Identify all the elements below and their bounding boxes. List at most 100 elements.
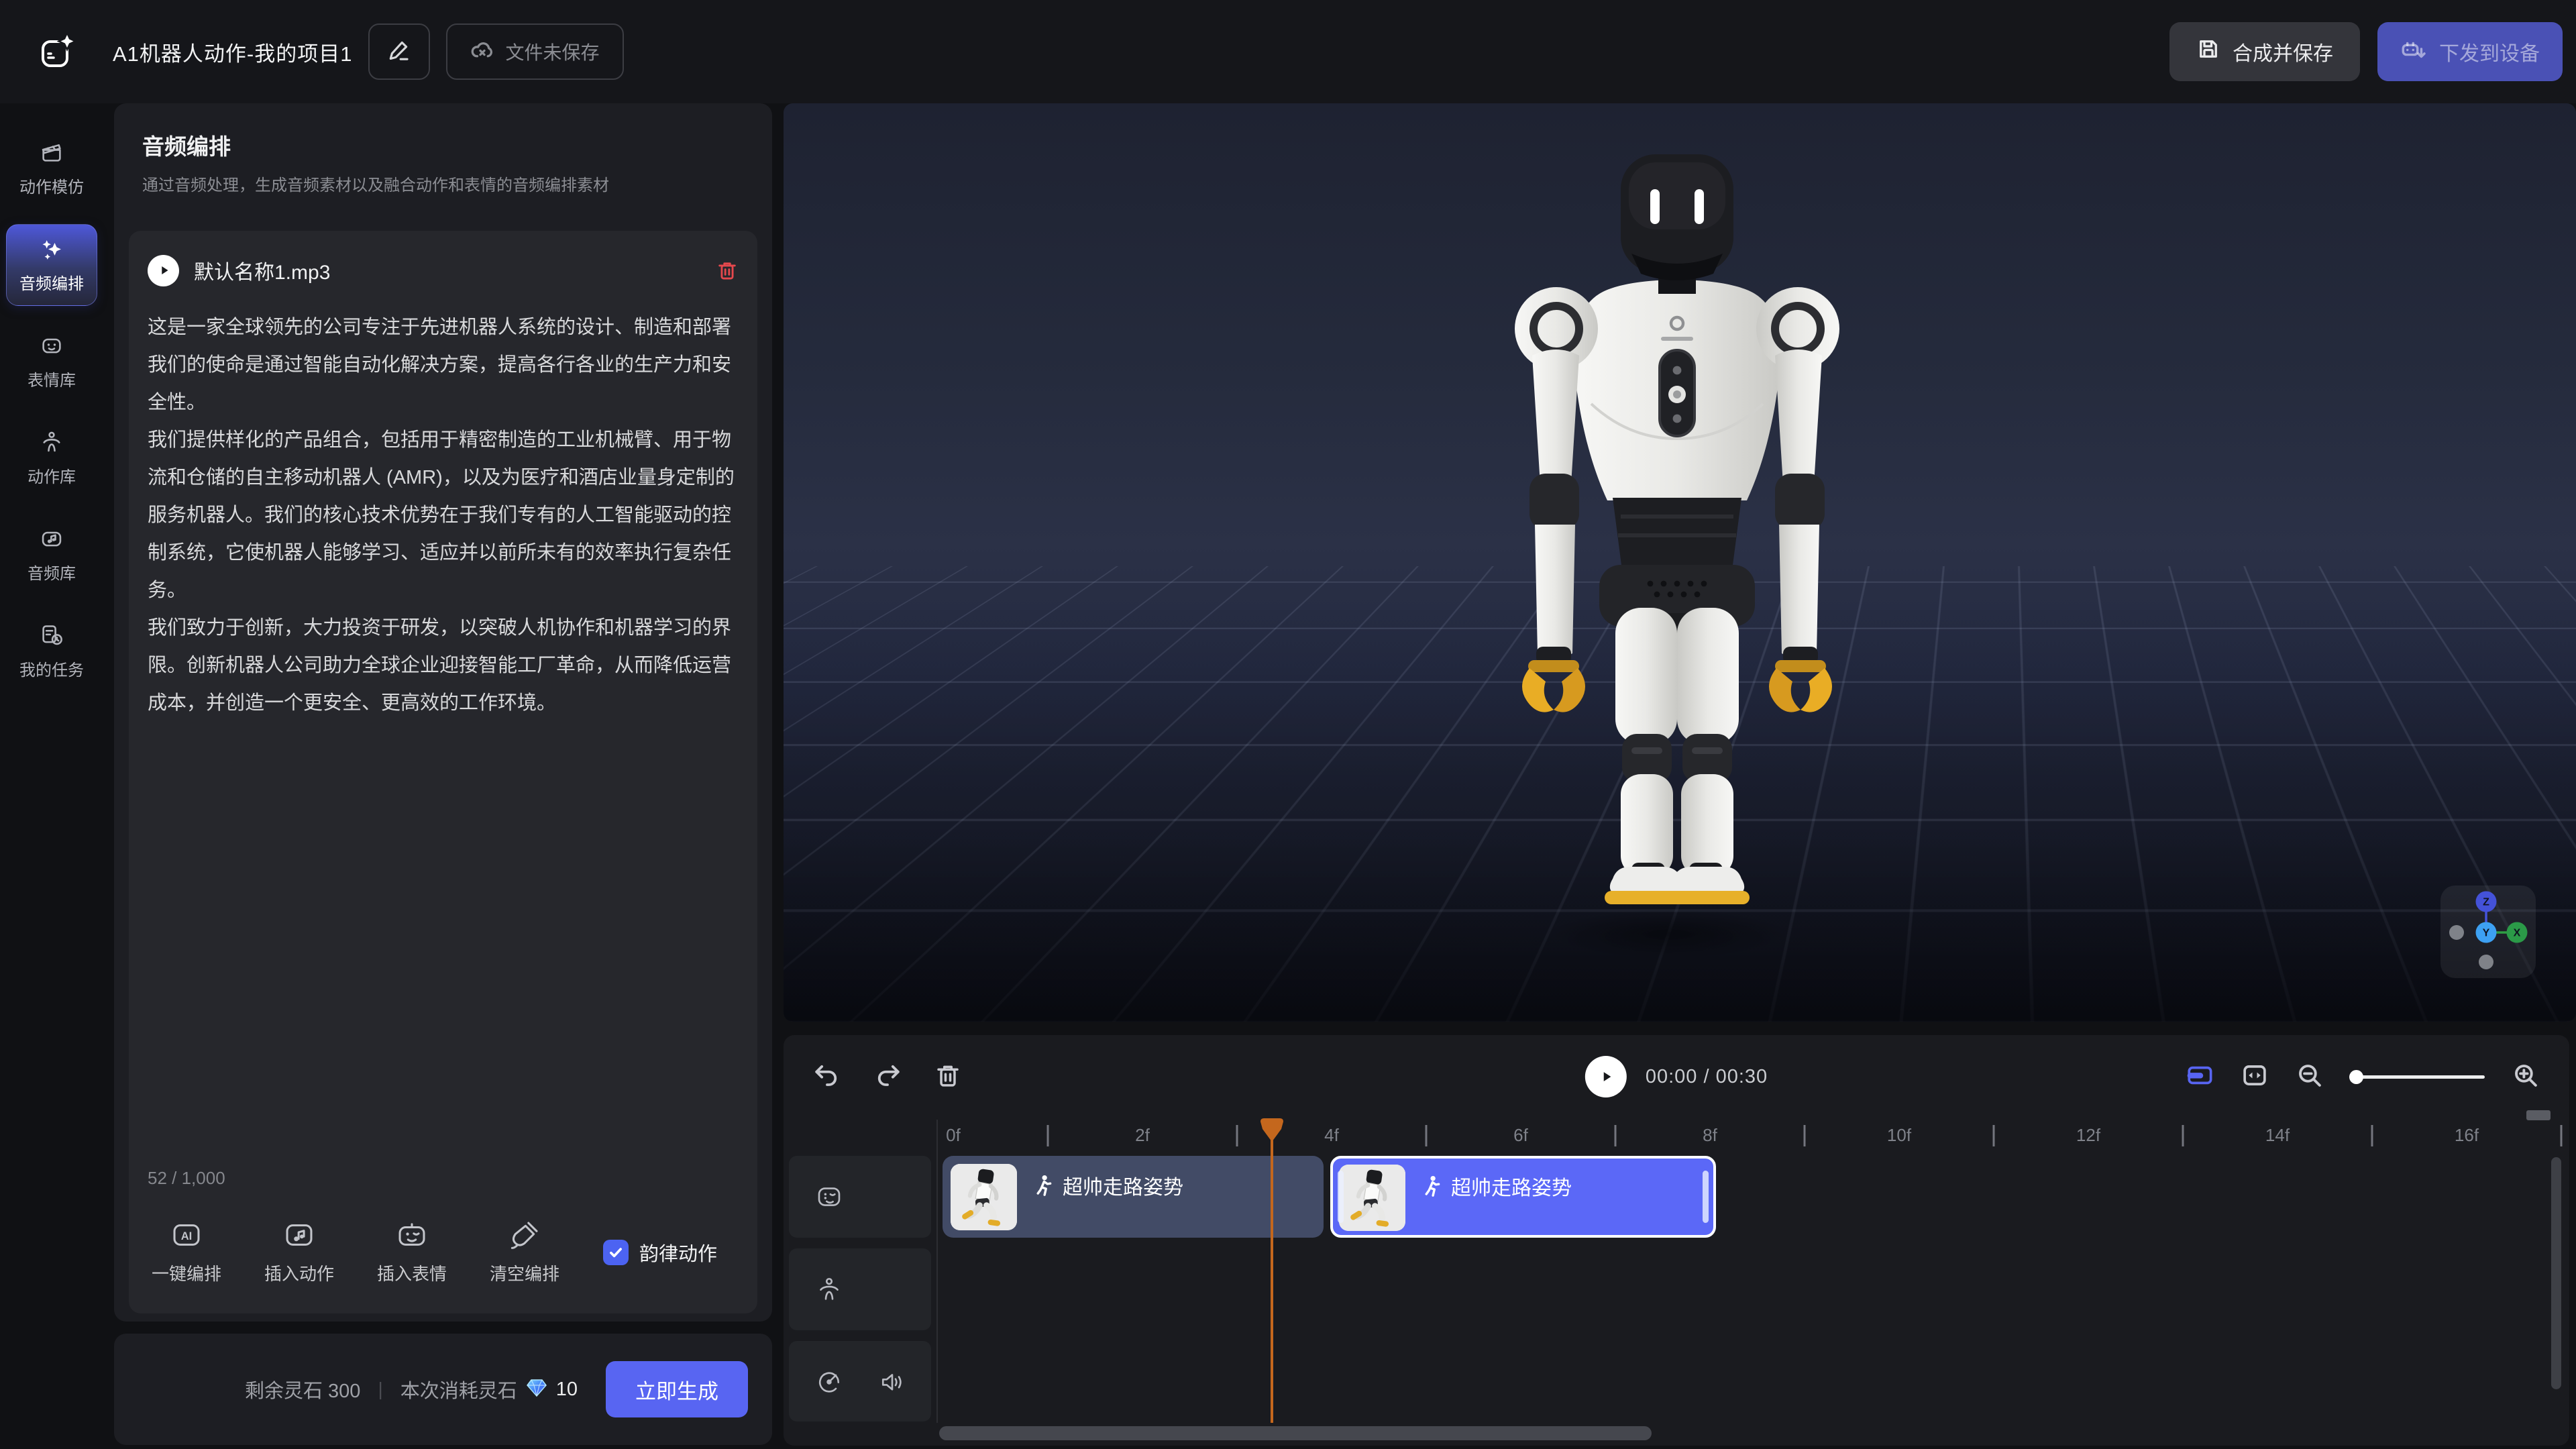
save-compose-button[interactable]: 合成并保存 — [2169, 22, 2360, 81]
ruler-scrollbar[interactable] — [2526, 1110, 2551, 1120]
playhead-line — [1271, 1122, 1273, 1423]
timeline-vertical-scrollbar[interactable] — [2551, 1157, 2561, 1389]
rhythm-motion-label: 韵律动作 — [639, 1238, 717, 1267]
deploy-to-device-button[interactable]: 下发到设备 — [2377, 22, 2563, 81]
redo-button[interactable] — [873, 1061, 902, 1093]
wink-face-icon — [816, 1183, 843, 1210]
app-root: A1机器人动作-我的项目1 文件未保存 — [0, 0, 2576, 1449]
audio-file-row: 默认名称1.mp3 — [148, 250, 739, 291]
playhead-handle[interactable] — [1257, 1117, 1287, 1145]
ruler-mark — [1804, 1125, 1806, 1146]
ruler-mark: 8f — [1703, 1125, 1717, 1146]
pencil-icon — [388, 38, 411, 66]
sidebar-item-motion-library[interactable]: 动作库 — [6, 417, 97, 499]
person-icon — [40, 430, 64, 458]
sidebar-item-motion-mimic[interactable]: 动作模仿 — [6, 127, 97, 209]
ruler-mark — [1047, 1125, 1049, 1146]
person-icon — [816, 1276, 843, 1303]
expand-clip-icon[interactable] — [2241, 1061, 2269, 1093]
one-key-arrange-button[interactable]: AI 一键编排 — [152, 1220, 221, 1285]
script-toolbar: AI 一键编排 插入动作 插入表情 — [148, 1220, 739, 1295]
cloud-x-icon — [470, 38, 494, 66]
walking-icon — [1420, 1175, 1443, 1197]
deploy-to-device-label: 下发到设备 — [2439, 37, 2540, 66]
ruler-mark — [1426, 1125, 1428, 1146]
floppy-icon — [2196, 37, 2220, 66]
script-paragraph: 这是一家全球领先的公司专注于先进机器人系统的设计、制造和部署我们的使命是通过智能… — [148, 309, 739, 421]
remaining-gems: 剩余灵石 300 — [245, 1375, 360, 1403]
sidebar-label: 动作库 — [28, 464, 76, 487]
insert-clip-icon[interactable] — [2186, 1061, 2214, 1093]
brush-clear-icon — [509, 1220, 540, 1254]
walking-icon — [1032, 1174, 1055, 1197]
undo-button[interactable] — [813, 1061, 841, 1093]
zoom-out-icon[interactable] — [2296, 1061, 2324, 1093]
timeline-ruler[interactable]: 0f2f4f6f8f10f12f14f16f — [936, 1118, 2569, 1153]
sidebar-label: 动作模仿 — [19, 174, 84, 197]
timeline-clip[interactable]: 超帅走路姿势 — [943, 1156, 1324, 1238]
insert-motion-button[interactable]: 插入动作 — [264, 1220, 334, 1285]
topbar-actions: 合成并保存 下发到设备 — [2169, 22, 2563, 81]
cost-gems: 本次消耗灵石 10 — [400, 1375, 578, 1403]
zoom-in-icon[interactable] — [2512, 1061, 2540, 1093]
audio-play-button[interactable] — [148, 255, 179, 286]
script-text[interactable]: 这是一家全球领先的公司专注于先进机器人系统的设计、制造和部署我们的使命是通过智能… — [148, 309, 739, 1168]
ruler-mark — [1236, 1125, 1238, 1146]
viewport-3d[interactable]: Z Y X — [784, 103, 2576, 1022]
track-audio[interactable] — [789, 1341, 931, 1421]
slider-thumb[interactable] — [2349, 1070, 2363, 1084]
timeline-controls: 00:00 / 00:30 — [784, 1035, 2569, 1118]
sidebar-label: 我的任务 — [19, 657, 84, 680]
sidebar-label: 音频编排 — [19, 270, 84, 294]
axis-gizmo[interactable]: Z Y X — [2438, 883, 2538, 981]
audio-file-name: 默认名称1.mp3 — [194, 256, 330, 285]
svg-text:AI: AI — [181, 1230, 193, 1242]
gauge-icon — [816, 1368, 843, 1395]
ruler-mark — [2561, 1125, 2563, 1146]
robot-face-icon — [396, 1220, 427, 1254]
sidebar: 动作模仿 音频编排 表情库 动作库 音频库 — [0, 103, 103, 1449]
clip-trim-handle-right[interactable] — [1703, 1171, 1709, 1223]
sidebar-item-audio-arrange[interactable]: 音频编排 — [6, 224, 97, 306]
delete-clip-button[interactable] — [934, 1061, 962, 1093]
panel-subtitle: 通过音频处理，生成音频素材以及融合动作和表情的音频编排素材 — [142, 172, 609, 195]
app-logo-icon[interactable] — [28, 23, 86, 80]
track-expression[interactable] — [789, 1156, 931, 1238]
ruler-mark — [2182, 1125, 2184, 1146]
sidebar-item-expression-library[interactable]: 表情库 — [6, 321, 97, 402]
axis-neg-x-dot — [2449, 925, 2464, 940]
tool-label: 插入动作 — [264, 1260, 334, 1285]
track-motion[interactable] — [789, 1248, 931, 1330]
ai-badge-icon: AI — [171, 1220, 202, 1254]
tool-label: 清空编排 — [490, 1260, 559, 1285]
sidebar-item-my-tasks[interactable]: 我的任务 — [6, 610, 97, 692]
ruler-mark: 6f — [1513, 1125, 1528, 1146]
robot-face-icon — [40, 333, 64, 361]
generate-now-button[interactable]: 立即生成 — [606, 1361, 748, 1417]
sidebar-label: 表情库 — [28, 367, 76, 390]
humanoid-robot[interactable] — [1461, 141, 1893, 906]
script-paragraph: 我们致力于创新，大力投资于研发，以突破人机协作和机器学习的界限。创新机器人公司助… — [148, 609, 739, 722]
rhythm-motion-toggle[interactable]: 韵律动作 — [603, 1238, 717, 1267]
clear-arrangement-button[interactable]: 清空编排 — [490, 1220, 559, 1285]
delete-audio-button[interactable] — [716, 259, 739, 282]
axis-neg-z-dot — [2479, 955, 2493, 969]
topbar: A1机器人动作-我的项目1 文件未保存 — [0, 0, 2576, 103]
play-button[interactable] — [1585, 1056, 1627, 1097]
ruler-mark — [1615, 1125, 1617, 1146]
clip-trim-handle-left[interactable] — [1338, 1171, 1344, 1223]
save-compose-label: 合成并保存 — [2233, 37, 2333, 66]
timeline-zoom-slider[interactable] — [2351, 1063, 2485, 1090]
clapperboard-icon — [40, 140, 64, 168]
timeline-clip-selected[interactable]: 超帅走路姿势 — [1330, 1156, 1716, 1238]
sparkles-icon — [40, 237, 64, 264]
sidebar-item-audio-library[interactable]: 音频库 — [6, 514, 97, 596]
rename-project-button[interactable] — [368, 23, 430, 80]
clip-thumbnail — [951, 1164, 1017, 1230]
file-unsaved-button[interactable]: 文件未保存 — [446, 23, 623, 80]
tool-label: 一键编排 — [152, 1260, 221, 1285]
timeline-horizontal-scrollbar[interactable] — [939, 1426, 1652, 1440]
music-box-icon — [284, 1220, 315, 1254]
insert-expression-button[interactable]: 插入表情 — [377, 1220, 447, 1285]
ruler-mark — [2371, 1125, 2373, 1146]
